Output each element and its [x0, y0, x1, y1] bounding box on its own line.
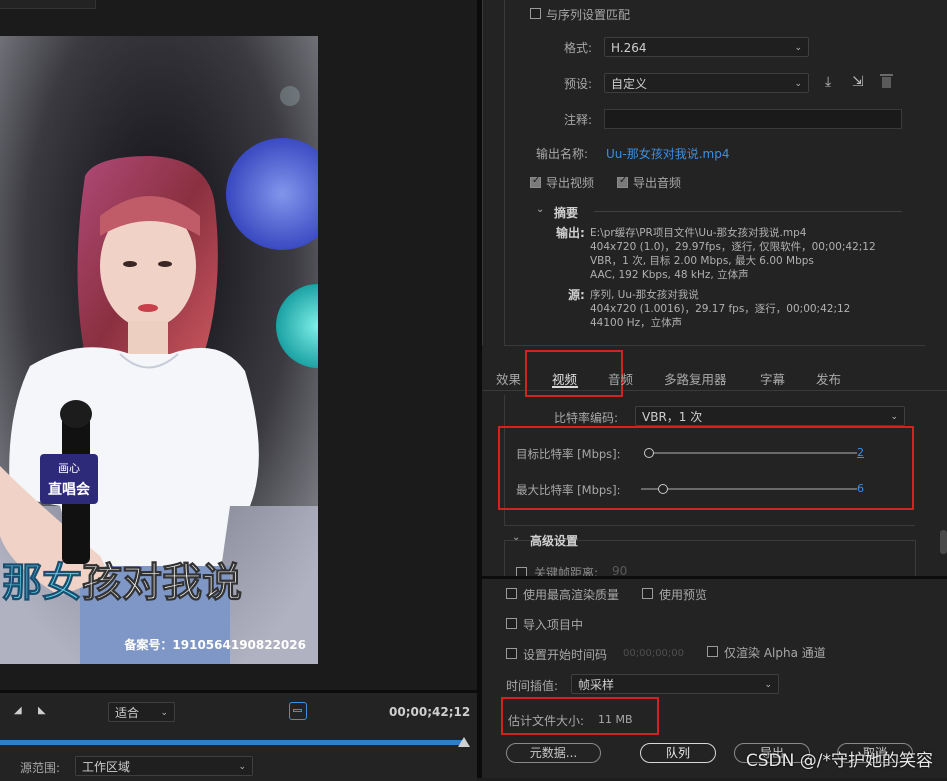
- summary-title: 摘要: [554, 206, 579, 220]
- tab-publish[interactable]: 发布: [816, 369, 841, 388]
- crop-output-icon[interactable]: [289, 702, 307, 720]
- timeline-range-bar[interactable]: [0, 740, 462, 745]
- summary-output-label: 输出:: [556, 226, 585, 240]
- summary-output-line: AAC, 192 Kbps, 48 kHz, 立体声: [590, 269, 749, 281]
- advanced-settings-title: 高级设置: [530, 534, 579, 548]
- comment-label: 注释:: [564, 113, 593, 127]
- set-start-timecode-label: 设置开始时间码: [523, 648, 608, 662]
- preset-value: 自定义: [611, 77, 648, 91]
- use-previews-label: 使用预览: [659, 588, 708, 602]
- source-range-value: 工作区域: [82, 760, 131, 774]
- export-settings-panel: 与序列设置匹配 格式: H.264 ⌄ 预设: 自定义 ⌄ ⤓ ⇲ 注释: 输出…: [482, 0, 947, 778]
- chevron-down-icon: ⌄: [238, 762, 246, 772]
- timeline-playhead[interactable]: [458, 737, 470, 747]
- csdn-watermark: CSDN @/*守护她的笑容: [745, 751, 933, 771]
- chevron-down-icon: ⌄: [764, 680, 772, 690]
- import-into-project-label: 导入项目中: [523, 618, 584, 632]
- video-preview-frame: 画心 直唱会 那女孩对我说 备案号：1910564190822026: [0, 36, 318, 664]
- timecode: 00;00;42;12: [389, 705, 471, 719]
- match-sequence-label: 与序列设置匹配: [546, 8, 631, 22]
- estimated-size-value: 11 MB: [598, 713, 633, 726]
- time-interpolation-value: 帧采样: [578, 678, 615, 692]
- summary-collapse-icon[interactable]: ⌄: [536, 204, 544, 215]
- output-name-label: 输出名称:: [536, 147, 589, 161]
- max-bitrate-slider-knob[interactable]: [657, 484, 668, 494]
- mark-in-icon[interactable]: ◢: [14, 705, 22, 716]
- fit-select[interactable]: 适合 ⌄: [108, 702, 175, 722]
- chevron-down-icon: ⌄: [794, 79, 802, 89]
- mic-logo-line1: 画心: [58, 462, 80, 475]
- set-start-timecode-checkbox[interactable]: [506, 648, 517, 659]
- tab-multiplexer[interactable]: 多路复用器: [664, 369, 727, 388]
- tab-audio[interactable]: 音频: [608, 369, 633, 388]
- max-bitrate-value[interactable]: 6: [857, 482, 864, 495]
- delete-preset-icon[interactable]: [880, 72, 893, 88]
- bitrate-encoding-value: VBR，1 次: [642, 410, 703, 424]
- source-range-label: 源范围:: [20, 761, 61, 775]
- target-bitrate-slider[interactable]: [645, 452, 857, 454]
- section-divider: [482, 576, 947, 579]
- render-alpha-label: 仅渲染 Alpha 通道: [724, 646, 826, 660]
- summary-source-line: 44100 Hz，立体声: [590, 317, 683, 329]
- preset-label: 预设:: [564, 77, 593, 91]
- preview-panel: 画心 直唱会 那女孩对我说 备案号：1910564190822026 ◢ ◣ 适…: [0, 0, 477, 781]
- chevron-down-icon: ⌄: [794, 43, 802, 53]
- format-value: H.264: [611, 41, 647, 55]
- subtitle-rest: 孩对我说: [82, 560, 242, 606]
- output-name-link[interactable]: Uu-那女孩对我说.mp4: [606, 145, 729, 162]
- chevron-down-icon: ⌄: [890, 412, 898, 422]
- tab-effects[interactable]: 效果: [496, 369, 521, 388]
- chevron-down-icon: ⌄: [160, 708, 168, 718]
- import-into-project-checkbox[interactable]: [506, 618, 517, 629]
- comment-value: [605, 110, 609, 124]
- metadata-button[interactable]: 元数据...: [506, 743, 601, 763]
- summary-output-line: 404x720 (1.0)，29.97fps，逐行, 仅限软件，00;00;42…: [590, 241, 876, 253]
- tab-captions[interactable]: 字幕: [760, 369, 785, 388]
- time-interpolation-label: 时间插值:: [506, 679, 559, 693]
- max-render-quality-label: 使用最高渲染质量: [523, 588, 620, 602]
- advanced-collapse-icon[interactable]: ⌄: [512, 532, 520, 543]
- fit-select-value: 适合: [115, 706, 140, 720]
- format-label: 格式:: [564, 41, 593, 55]
- summary-source-line: 404x720 (1.0016)，29.17 fps，逐行，00;00;42;1…: [590, 303, 851, 315]
- mic-logo-line2: 直唱会: [48, 481, 91, 498]
- export-video-checkbox[interactable]: [530, 175, 541, 188]
- time-interpolation-select[interactable]: 帧采样 ⌄: [571, 674, 779, 694]
- render-alpha-checkbox[interactable]: [707, 646, 718, 657]
- summary-output-line: VBR，1 次, 目标 2.00 Mbps, 最大 6.00 Mbps: [590, 255, 814, 267]
- save-preset-icon[interactable]: ⤓: [825, 74, 831, 90]
- summary-source-label: 源:: [568, 288, 585, 302]
- max-bitrate-slider[interactable]: [641, 488, 857, 490]
- match-sequence-checkbox[interactable]: [530, 8, 541, 19]
- summary-divider: [594, 211, 902, 212]
- comment-input[interactable]: [604, 109, 902, 129]
- export-video-label: 导出视频: [546, 176, 595, 190]
- record-number: 备案号：1910564190822026: [123, 637, 306, 652]
- summary-output-line: E:\pr缓存\PR项目文件\Uu-那女孩对我说.mp4: [590, 227, 807, 239]
- source-range-select[interactable]: 工作区域 ⌄: [75, 756, 253, 776]
- target-bitrate-value[interactable]: 2: [857, 446, 864, 459]
- target-bitrate-label: 目标比特率 [Mbps]:: [516, 447, 621, 461]
- import-preset-icon[interactable]: ⇲: [852, 74, 864, 90]
- preview-top-strip: [0, 0, 96, 9]
- video-frame-image: 画心 直唱会 那女孩对我说 备案号：1910564190822026: [0, 36, 318, 664]
- export-audio-label: 导出音频: [633, 176, 682, 190]
- max-render-quality-checkbox[interactable]: [506, 588, 517, 599]
- preset-select[interactable]: 自定义 ⌄: [604, 73, 809, 93]
- use-previews-checkbox[interactable]: [642, 588, 653, 599]
- estimated-size-label: 估计文件大小:: [508, 714, 585, 728]
- export-audio-checkbox[interactable]: [617, 175, 628, 188]
- settings-scrollbar[interactable]: [940, 530, 947, 554]
- mark-out-icon[interactable]: ◣: [38, 705, 46, 716]
- subtitle-highlight: 那女: [2, 560, 82, 606]
- start-timecode-value[interactable]: 00;00;00;00: [623, 648, 684, 659]
- summary-source-line: 序列, Uu-那女孩对我说: [590, 289, 699, 301]
- queue-button[interactable]: 队列: [640, 743, 716, 763]
- max-bitrate-label: 最大比特率 [Mbps]:: [516, 483, 621, 497]
- bitrate-encoding-label: 比特率编码:: [554, 411, 619, 425]
- format-select[interactable]: H.264 ⌄: [604, 37, 809, 57]
- svg-text:那女孩对我说: 那女孩对我说: [2, 560, 242, 606]
- playback-controls: ◢ ◣ 适合 ⌄ 00;00;42;12 源范围: 工作区域 ⌄: [0, 690, 477, 781]
- bitrate-encoding-select[interactable]: VBR，1 次 ⌄: [635, 406, 905, 426]
